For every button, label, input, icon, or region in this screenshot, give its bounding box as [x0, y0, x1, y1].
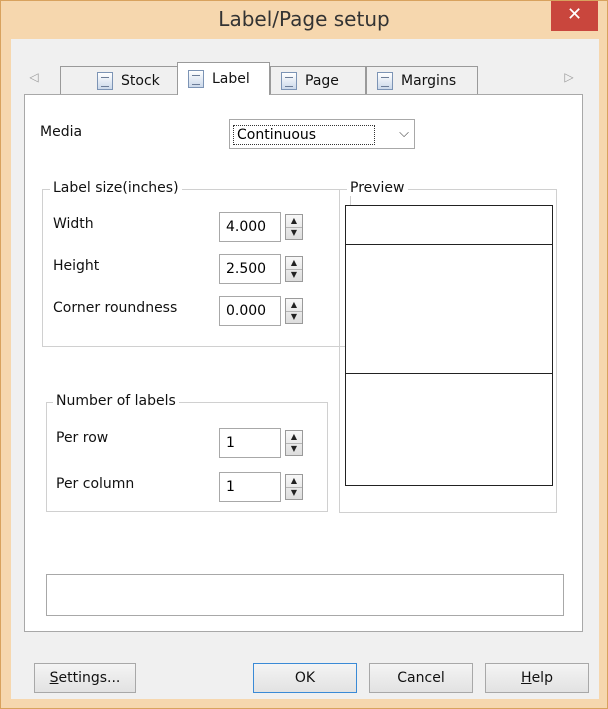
- corner-roundness-input[interactable]: 0.000: [219, 296, 281, 326]
- tab-label[interactable]: Label: [177, 62, 270, 95]
- tab-page-label: Page: [305, 72, 339, 89]
- spin-down-icon[interactable]: ▼: [286, 487, 302, 499]
- chevron-down-icon[interactable]: ⌵: [399, 126, 409, 141]
- label-icon: [188, 70, 204, 88]
- help-button[interactable]: Help: [485, 663, 589, 693]
- ok-button[interactable]: OK: [253, 663, 357, 693]
- media-select-value: Continuous: [233, 125, 375, 145]
- settings-button-label: ettings...: [58, 670, 121, 686]
- per-row-label: Per row: [56, 430, 109, 446]
- ok-button-label: OK: [294, 670, 316, 686]
- title-bar[interactable]: Label/Page setup ✕: [1, 1, 607, 39]
- cancel-button-label: Cancel: [397, 670, 445, 686]
- settings-button[interactable]: Settings...: [34, 663, 136, 693]
- width-stepper[interactable]: 4.000 ▲ ▼: [219, 212, 308, 242]
- cancel-button[interactable]: Cancel: [369, 663, 473, 693]
- preview-canvas: [345, 205, 553, 486]
- tab-label-label: Label: [212, 71, 250, 87]
- stock-icon: [97, 71, 113, 90]
- width-label: Width: [53, 216, 94, 232]
- preview-group-title: Preview: [347, 180, 408, 196]
- per-column-spin-buttons[interactable]: ▲ ▼: [285, 474, 303, 500]
- tab-scroll-right-icon[interactable]: ▷: [563, 70, 575, 84]
- height-label: Height: [53, 258, 100, 274]
- number-of-labels-group-title: Number of labels: [53, 393, 179, 409]
- preview-label-divider: [346, 244, 552, 245]
- spin-down-icon[interactable]: ▼: [286, 443, 302, 455]
- corner-roundness-stepper[interactable]: 0.000 ▲ ▼: [219, 296, 308, 326]
- margins-icon: [377, 71, 393, 90]
- tab-stock[interactable]: Stock: [60, 66, 180, 94]
- height-spin-buttons[interactable]: ▲ ▼: [285, 256, 303, 282]
- height-input[interactable]: 2.500: [219, 254, 281, 284]
- per-column-stepper[interactable]: 1 ▲ ▼: [219, 472, 308, 502]
- media-label: Media: [40, 124, 83, 140]
- per-column-input[interactable]: 1: [219, 472, 281, 502]
- tab-margins[interactable]: Margins: [366, 66, 478, 94]
- help-button-accel: H: [521, 670, 532, 686]
- media-select[interactable]: Continuous ⌵: [229, 119, 415, 149]
- tab-scroll-left-icon[interactable]: ◁: [28, 70, 40, 84]
- per-column-label: Per column: [56, 476, 135, 492]
- width-spin-buttons[interactable]: ▲ ▼: [285, 214, 303, 240]
- tab-margins-label: Margins: [401, 72, 457, 89]
- corner-roundness-spin-buttons[interactable]: ▲ ▼: [285, 298, 303, 324]
- help-button-label: elp: [531, 670, 553, 686]
- preview-label-divider: [346, 373, 552, 374]
- window-title: Label/Page setup: [218, 7, 390, 31]
- close-button[interactable]: ✕: [551, 1, 598, 31]
- settings-button-accel: S: [49, 670, 59, 686]
- spin-down-icon[interactable]: ▼: [286, 311, 302, 323]
- tab-page[interactable]: Page: [270, 66, 366, 94]
- page-icon: [281, 71, 297, 90]
- per-row-spin-buttons[interactable]: ▲ ▼: [285, 430, 303, 456]
- per-row-input[interactable]: 1: [219, 428, 281, 458]
- close-icon: ✕: [566, 4, 583, 25]
- height-stepper[interactable]: 2.500 ▲ ▼: [219, 254, 308, 284]
- tab-stock-label: Stock: [121, 72, 160, 89]
- label-size-group-title: Label size(inches): [50, 180, 182, 196]
- width-input[interactable]: 4.000: [219, 212, 281, 242]
- per-row-stepper[interactable]: 1 ▲ ▼: [219, 428, 308, 458]
- status-text-box: [46, 574, 564, 616]
- corner-roundness-label: Corner roundness: [53, 300, 178, 316]
- spin-down-icon[interactable]: ▼: [286, 269, 302, 281]
- spin-down-icon[interactable]: ▼: [286, 227, 302, 239]
